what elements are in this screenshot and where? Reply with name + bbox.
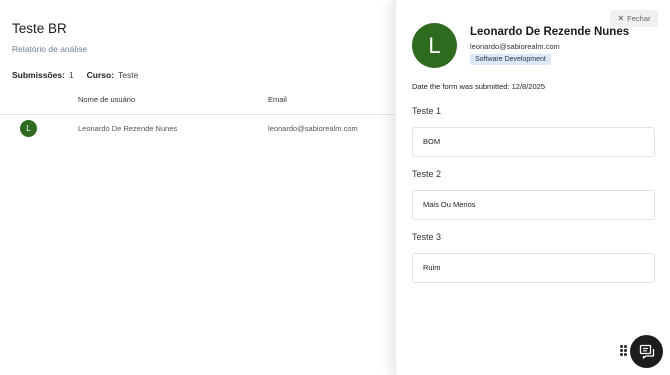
- submission-date: Date the form was submitted: 12/8/2025: [412, 82, 545, 91]
- report-summary: Submissões: 1 Curso: Teste: [12, 70, 138, 80]
- question-label: Teste 1: [412, 106, 442, 116]
- report-panel: Teste BR Relatório de análise Submissões…: [0, 0, 395, 375]
- user-avatar: L: [412, 23, 457, 68]
- row-email: leonardo@sabiorealm.com: [268, 124, 358, 133]
- user-name: Leonardo De Rezende Nunes: [470, 26, 630, 38]
- question-label: Teste 2: [412, 169, 442, 179]
- page-title: Teste BR: [12, 21, 67, 36]
- page-subtitle: Relatório de análise: [12, 44, 88, 54]
- submissions-count: 1: [68, 70, 74, 80]
- course-label: Curso:: [86, 70, 115, 80]
- user-email: leonardo@sabiorealm.com: [470, 42, 560, 51]
- close-icon: ✕: [617, 14, 625, 23]
- close-button[interactable]: ✕ Fechar: [610, 10, 658, 27]
- chat-button[interactable]: [630, 335, 663, 368]
- column-header-email[interactable]: Email: [268, 95, 287, 104]
- chat-icon: [639, 344, 654, 359]
- course-value: Teste: [118, 70, 139, 80]
- department-badge: Software Development: [470, 54, 551, 65]
- submissions-label: Submissões:: [12, 70, 65, 80]
- answer-field: Mais Ou Menos: [412, 190, 655, 220]
- drag-handle-icon[interactable]: [620, 345, 628, 357]
- column-header-username[interactable]: Nome de usuário: [78, 95, 135, 104]
- avatar: L: [20, 120, 37, 137]
- question-label: Teste 3: [412, 232, 442, 242]
- table-header: Nome de usuário Email: [0, 91, 395, 115]
- answer-field: BOM: [412, 127, 655, 157]
- close-button-label: Fechar: [627, 14, 651, 23]
- table-row[interactable]: L Leonardo De Rezende Nunes leonardo@sab…: [0, 116, 395, 142]
- answer-field: Ruim: [412, 253, 655, 283]
- row-username: Leonardo De Rezende Nunes: [78, 124, 178, 133]
- submission-detail-drawer: ✕ Fechar L Leonardo De Rezende Nunes leo…: [395, 0, 670, 375]
